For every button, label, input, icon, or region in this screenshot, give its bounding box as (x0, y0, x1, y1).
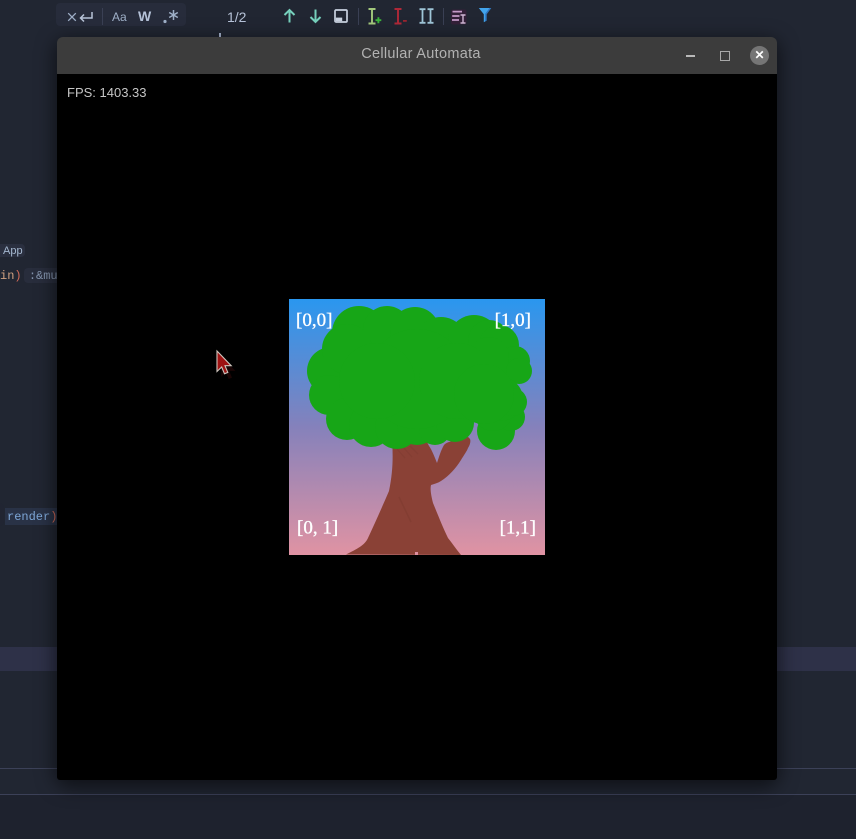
svg-text:[0, 1]: [0, 1] (297, 518, 338, 539)
svg-text:[0,0]: [0,0] (296, 310, 332, 331)
svg-text:[1,0]: [1,0] (495, 310, 531, 331)
svg-text:[1,1]: [1,1] (500, 518, 536, 539)
